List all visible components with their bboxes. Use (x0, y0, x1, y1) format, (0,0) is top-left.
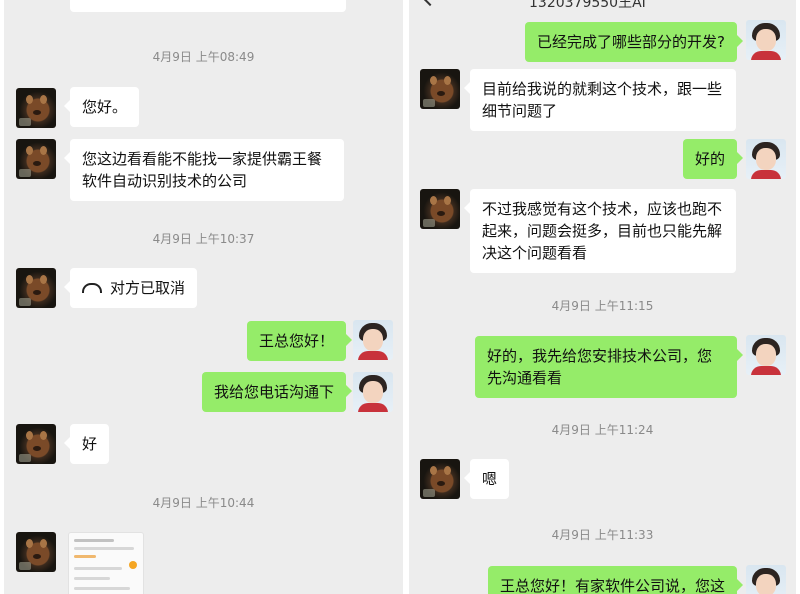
contact-avatar[interactable] (420, 69, 460, 109)
call-status-text: 对方已取消 (110, 279, 186, 297)
timestamp: 4月9日 上午11:24 (551, 423, 654, 437)
my-avatar[interactable] (353, 372, 393, 412)
contact-avatar[interactable] (16, 88, 56, 128)
message-bubble[interactable]: 您这边看看能不能找一家提供霸王餐软件自动识别技术的公司 (64, 139, 344, 201)
message-bubble[interactable]: 好的 (682, 139, 744, 179)
my-avatar[interactable] (353, 320, 393, 360)
contact-avatar[interactable] (16, 532, 56, 572)
message-bubble[interactable]: 目前给我说的就剩这个技术，跟一些细节问题了 (464, 69, 736, 131)
back-arrow-icon[interactable] (422, 0, 438, 7)
image-message-thumbnail[interactable] (68, 532, 144, 594)
contact-avatar[interactable] (16, 424, 56, 464)
chat-panel-left: 4月9日 上午08:49 您好。 您这边看看能不能找一家提供霸王餐软件自动识别技… (4, 0, 403, 594)
my-avatar[interactable] (746, 565, 786, 594)
contact-avatar[interactable] (420, 459, 460, 499)
timestamp: 4月9日 上午10:37 (152, 232, 255, 246)
my-avatar[interactable] (746, 20, 786, 60)
phone-hangup-icon (82, 282, 102, 293)
my-avatar[interactable] (746, 335, 786, 375)
timestamp: 4月9日 上午08:49 (152, 50, 255, 64)
message-bubble[interactable]: 好的，我先给您安排技术公司，您先沟通看看 (475, 336, 743, 398)
contact-avatar[interactable] (420, 189, 460, 229)
contact-avatar[interactable] (16, 139, 56, 179)
message-bubble[interactable]: 您好。 (63, 87, 140, 127)
contact-avatar[interactable] (16, 268, 56, 308)
message-bubble[interactable]: 已经完成了哪些部分的开发? (525, 22, 743, 62)
call-cancelled-bubble[interactable]: 对方已取消 (63, 268, 198, 308)
message-bubble[interactable]: 嗯 (463, 459, 510, 499)
message-bubble[interactable]: 不过我感觉有这个技术，应该也跑不起来，问题会挺多，目前也只能先解决这个问题看看 (464, 189, 736, 273)
timestamp: 4月9日 上午11:33 (551, 528, 654, 542)
message-bubble[interactable]: 王总您好！ (246, 321, 353, 361)
my-avatar[interactable] (746, 139, 786, 179)
timestamp: 4月9日 上午11:15 (551, 299, 654, 313)
message-bubble[interactable]: 王总您好！有家软件公司说，您这 (487, 566, 744, 594)
previous-message-bubble[interactable] (70, 0, 346, 12)
chat-title: 1320379550王AI (529, 0, 646, 11)
chat-panel-right: 1320379550王AI 已经完成了哪些部分的开发? 目前给我说的就剩这个技术… (409, 0, 796, 594)
chat-header: 1320379550王AI (409, 0, 796, 14)
timestamp: 4月9日 上午10:44 (152, 496, 255, 510)
message-bubble[interactable]: 我给您电话沟通下 (201, 372, 353, 412)
message-bubble[interactable]: 好 (63, 424, 110, 464)
